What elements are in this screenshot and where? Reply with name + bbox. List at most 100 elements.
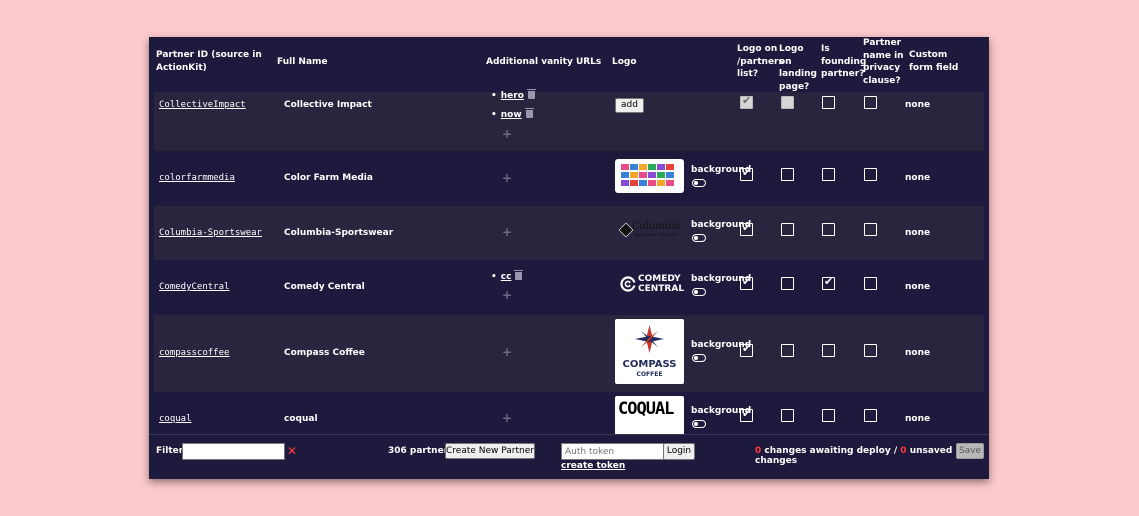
add-vanity-url-button[interactable]: +: [502, 288, 512, 302]
privacy-checkbox[interactable]: [864, 277, 877, 290]
header-full-name: Full Name: [277, 57, 328, 67]
create-token-link[interactable]: create token: [561, 461, 625, 471]
logo-partners-checkbox[interactable]: ✔: [740, 166, 753, 181]
compass-star-icon: [635, 325, 664, 353]
partner-logo: [615, 159, 684, 193]
add-vanity-url-button[interactable]: +: [502, 345, 512, 359]
table-row: compasscoffee Compass Coffee + COMPASS C…: [154, 315, 984, 392]
table-header: Partner ID (source in ActionKit) Full Na…: [149, 37, 989, 92]
partners-panel: Partner ID (source in ActionKit) Full Na…: [149, 37, 989, 479]
partner-logo: Columbia Sportswear Company: [619, 221, 687, 243]
privacy-checkbox[interactable]: [864, 409, 877, 422]
add-vanity-url-button[interactable]: +: [502, 411, 512, 425]
save-button[interactable]: Save: [956, 443, 984, 459]
trash-icon[interactable]: [526, 89, 536, 99]
partner-id-link[interactable]: ComedyCentral: [159, 282, 229, 292]
founding-checkbox[interactable]: [822, 409, 835, 422]
color-farm-logo: [621, 164, 674, 186]
custom-field-value: none: [905, 414, 931, 424]
logo-partners-checkbox[interactable]: ✔: [740, 275, 753, 290]
create-new-partner-button[interactable]: Create New Partner: [445, 443, 535, 459]
partner-id-link[interactable]: colorfarmmedia: [159, 173, 235, 183]
partner-id-link[interactable]: CollectiveImpact: [159, 100, 246, 110]
coffee-logo-text: COFFEE: [636, 371, 663, 378]
vanity-url-item: • hero: [491, 89, 536, 101]
full-name: Comedy Central: [284, 282, 365, 292]
vanity-url-item: • cc: [491, 270, 524, 282]
custom-field-value: none: [905, 173, 931, 183]
vanity-url-link[interactable]: now: [501, 110, 522, 120]
columbia-logo-text: Columbia: [632, 221, 681, 232]
columbia-logo-subtext: Sportswear Company: [634, 232, 677, 237]
logo-landing-checkbox[interactable]: [781, 344, 794, 357]
filter-input[interactable]: [182, 443, 285, 460]
changes-text: changes awaiting deploy /: [764, 446, 898, 456]
logo-landing-checkbox[interactable]: [781, 409, 794, 422]
founding-checkbox[interactable]: [822, 223, 835, 236]
header-partner-id: Partner ID (source in ActionKit): [156, 50, 262, 73]
coqual-logo-text: COQUAL: [618, 399, 674, 419]
header-logo-partners-list: Logo on /partners list?: [737, 44, 784, 79]
changes-count: 0: [755, 446, 762, 456]
full-name: Columbia-Sportswear: [284, 228, 394, 238]
header-logo-landing: Logo on landing page?: [779, 44, 817, 92]
custom-field-value: none: [905, 228, 931, 238]
central-logo-text: CENTRAL: [638, 284, 685, 294]
background-toggle[interactable]: [692, 354, 706, 362]
logo-partners-checkbox[interactable]: ✔: [740, 407, 753, 422]
logo-partners-checkbox[interactable]: ✔: [740, 342, 753, 357]
footer-bar: Filter: ✕ 306 partners Create New Partne…: [149, 434, 989, 479]
custom-field-value: none: [905, 100, 931, 110]
header-privacy: Partner name in privacy clause?: [863, 38, 904, 86]
background-toggle[interactable]: [692, 179, 706, 187]
founding-checkbox[interactable]: ✔: [822, 275, 835, 290]
table-row: colorfarmmedia Color Farm Media + backgr…: [154, 151, 984, 206]
partner-logo: COMEDY CENTRAL: [620, 274, 686, 298]
privacy-checkbox[interactable]: [864, 223, 877, 236]
comedy-logo-text: COMEDY: [638, 274, 681, 284]
header-founding: Is founding partner?: [821, 44, 867, 79]
founding-checkbox[interactable]: [822, 168, 835, 181]
columbia-diamond-icon: [619, 223, 633, 237]
header-vanity-urls: Additional vanity URLs: [486, 57, 602, 67]
add-logo-button[interactable]: add: [615, 98, 644, 113]
add-vanity-url-button[interactable]: +: [502, 225, 512, 239]
partner-id-link[interactable]: coqual: [159, 414, 192, 424]
logo-landing-checkbox[interactable]: [781, 277, 794, 290]
vanity-url-link[interactable]: cc: [501, 272, 512, 282]
founding-checkbox[interactable]: [822, 96, 835, 109]
clear-filter-icon[interactable]: ✕: [287, 444, 297, 458]
privacy-checkbox[interactable]: [864, 96, 877, 109]
unsaved-count: 0: [900, 446, 907, 456]
logo-landing-checkbox[interactable]: [781, 168, 794, 181]
vanity-url-link[interactable]: hero: [501, 91, 524, 101]
privacy-checkbox[interactable]: [864, 344, 877, 357]
trash-icon[interactable]: [524, 108, 534, 118]
background-toggle[interactable]: [692, 234, 706, 242]
background-toggle[interactable]: [692, 288, 706, 296]
full-name: Collective Impact: [284, 100, 372, 110]
logo-landing-checkbox: [781, 96, 794, 109]
full-name: Color Farm Media: [284, 173, 373, 183]
login-button[interactable]: Login: [663, 443, 695, 460]
table-row: Columbia-Sportswear Columbia-Sportswear …: [154, 206, 984, 260]
compass-logo-text: COMPASS: [622, 359, 677, 370]
partner-logo: COQUAL: [615, 396, 684, 436]
privacy-checkbox[interactable]: [864, 168, 877, 181]
comedy-central-c-icon: [620, 276, 636, 292]
background-toggle[interactable]: [692, 420, 706, 428]
trash-icon[interactable]: [514, 270, 524, 280]
founding-checkbox[interactable]: [822, 344, 835, 357]
changes-status: 0 changes awaiting deploy / 0 unsaved ch…: [755, 446, 989, 466]
add-vanity-url-button[interactable]: +: [502, 127, 512, 141]
partners-count: 306 partners: [388, 446, 454, 456]
custom-field-value: none: [905, 348, 931, 358]
add-vanity-url-button[interactable]: +: [502, 171, 512, 185]
auth-token-input[interactable]: [561, 443, 664, 460]
partner-id-link[interactable]: Columbia-Sportswear: [159, 228, 262, 238]
logo-landing-checkbox[interactable]: [781, 223, 794, 236]
table-row: CollectiveImpact Collective Impact • hero…: [154, 89, 984, 151]
header-custom-field: Custom form field: [909, 50, 959, 73]
logo-partners-checkbox[interactable]: ✔: [740, 221, 753, 236]
partner-id-link[interactable]: compasscoffee: [159, 348, 229, 358]
